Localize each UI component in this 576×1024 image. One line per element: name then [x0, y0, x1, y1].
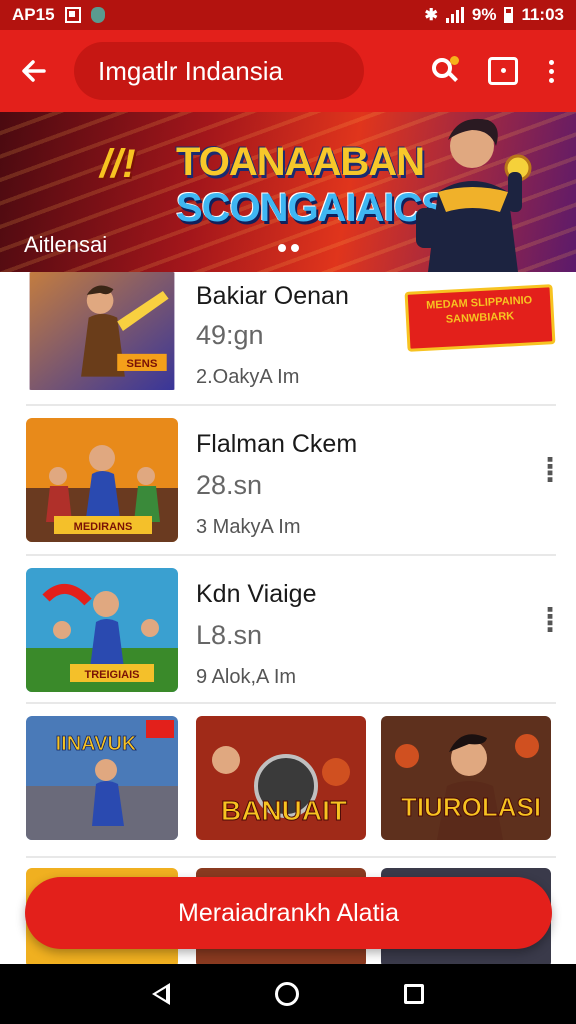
svg-text:SENS: SENS [126, 358, 157, 370]
app-bar: Imgatlr Indansia [0, 30, 576, 112]
svg-text:IINAVUK: IINAVUK [56, 733, 137, 755]
item-title: Kdn Viaige [196, 580, 317, 608]
item-meta: 9 Alok,A Im [196, 666, 297, 688]
grid-tile[interactable]: BANUAIT [196, 716, 366, 840]
section-divider [26, 856, 556, 858]
status-bar: AP15 ✱ 9% 11:03 [0, 0, 576, 30]
signal-icon [445, 7, 464, 23]
game-grid: IINAVUK BANUAIT TIUROLASI [26, 716, 556, 844]
svg-text:TREIGIAIS: TREIGIAIS [84, 669, 139, 681]
item-meta: 2.OakyA Im [196, 366, 300, 388]
banner-hero-illustration [416, 118, 532, 272]
item-size: 49:gn [196, 320, 264, 350]
item-title: Flalman Ckem [196, 430, 358, 458]
shield-icon [90, 7, 105, 23]
primary-action-label: Meraiadrankh Alatia [178, 898, 399, 927]
nav-home-icon[interactable] [274, 982, 299, 1006]
item-size: 28.sn [196, 470, 263, 500]
grid-tile[interactable]: IINAVUK [26, 716, 178, 840]
nav-back-icon[interactable] [152, 983, 171, 1005]
game-thumbnail: TREIGIAIS [26, 568, 178, 692]
grid-tile[interactable]: TIUROLASI [381, 716, 551, 840]
svg-text:BANUAIT: BANUAIT [221, 795, 347, 826]
bluetooth-icon: ✱ [424, 7, 438, 24]
back-arrow-icon[interactable] [14, 51, 54, 91]
promo-badge: MEDAM SLIPPAINIO SANWBIARK [404, 284, 556, 352]
list-item[interactable]: SENS Bakiar Oenan 49:gn 2.OakyA Im MEDAM… [26, 272, 556, 406]
svg-text:TIUROLASI: TIUROLASI [401, 792, 541, 822]
app-title: Imgatlr Indansia [98, 55, 283, 86]
list-item[interactable]: MEDIRANS Flalman Ckem 28.sn 3 MakyA Im ⁞ [26, 406, 556, 556]
status-time-left: AP15 [12, 5, 55, 24]
game-thumbnail: MEDIRANS [26, 418, 178, 542]
item-more-icon[interactable]: ⁞ [544, 452, 556, 490]
status-time-right: 11:03 [521, 5, 564, 24]
item-more-icon[interactable]: ⁞ [544, 602, 556, 640]
featured-banner[interactable]: //! TOANAABAN SCONGAIAICS Aitlensai [0, 112, 576, 272]
item-size: L8.sn [196, 620, 263, 650]
carousel-dots[interactable] [278, 244, 299, 252]
banner-logo-mark: //! [100, 142, 136, 186]
notification-icon [64, 7, 81, 23]
game-list: SENS Bakiar Oenan 49:gn 2.OakyA Im MEDAM… [0, 272, 576, 704]
system-nav-bar [0, 964, 576, 1024]
screen: AP15 ✱ 9% 11:03 Imgatlr Indansia //! TOA… [0, 0, 576, 1024]
banner-caption: Aitlensai [24, 232, 108, 257]
more-vert-icon[interactable] [546, 59, 556, 83]
item-meta: 3 MakyA Im [196, 516, 301, 538]
message-icon[interactable] [488, 57, 518, 85]
battery-percent: 9% [471, 5, 497, 24]
item-title: Bakiar Oenan [196, 282, 349, 310]
battery-icon [504, 7, 514, 23]
game-thumbnail: SENS [29, 272, 175, 390]
svg-text:MEDIRANS: MEDIRANS [74, 521, 133, 533]
search-icon[interactable] [430, 56, 460, 86]
nav-recents-icon[interactable] [403, 984, 424, 1004]
app-title-pill[interactable]: Imgatlr Indansia [74, 42, 364, 100]
primary-action-button[interactable]: Meraiadrankh Alatia [25, 877, 552, 949]
list-item[interactable]: TREIGIAIS Kdn Viaige L8.sn 9 Alok,A Im ⁞ [26, 556, 556, 704]
